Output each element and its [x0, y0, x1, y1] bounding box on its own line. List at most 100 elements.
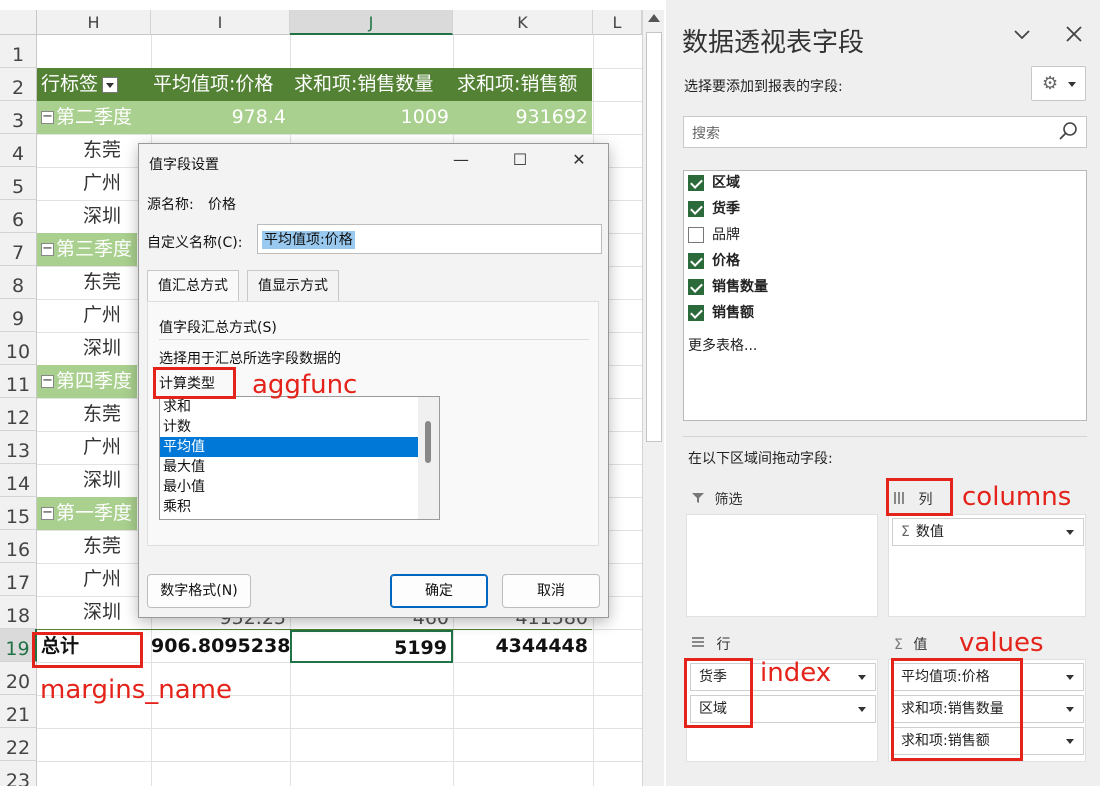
city-label: 深圳	[83, 205, 122, 227]
field-label: 品牌	[712, 227, 740, 243]
checkbox-checked[interactable]	[688, 305, 704, 321]
column-header-h[interactable]: H	[37, 10, 151, 35]
row-header-5[interactable]: 5	[0, 167, 37, 200]
column-header-i[interactable]: I	[151, 10, 290, 35]
checkbox-checked[interactable]	[688, 253, 704, 269]
row-header-1[interactable]: 1	[0, 35, 37, 68]
collapse-icon[interactable]: −	[41, 374, 54, 388]
rows-icon	[692, 637, 708, 653]
quarter-label: 第三季度	[56, 238, 133, 260]
sum-sales-header: 求和项:销售额	[457, 73, 578, 95]
cancel-button[interactable]: 取消	[502, 574, 600, 608]
row-header-22[interactable]: 22	[0, 728, 37, 761]
custom-name-input[interactable]: 平均值项:价格	[257, 224, 602, 254]
column-header-l[interactable]: L	[593, 10, 642, 35]
list-item[interactable]: 乘积	[160, 497, 418, 517]
row-header-2[interactable]: 2	[0, 68, 37, 101]
row-header-13[interactable]: 13	[0, 431, 37, 464]
list-item[interactable]: 最小值	[160, 477, 418, 497]
select-all-corner[interactable]	[0, 10, 37, 35]
listbox-scroll-thumb[interactable]	[425, 421, 431, 463]
checkbox-unchecked[interactable]	[688, 227, 704, 243]
search-input[interactable]: 搜索	[683, 116, 1087, 148]
quarter-row-q2[interactable]: − 第二季度 978.4 1009 931692	[37, 101, 592, 134]
row-header-17[interactable]: 17	[0, 563, 37, 596]
row-header-6[interactable]: 6	[0, 200, 37, 233]
more-tables-link[interactable]: 更多表格...	[688, 335, 757, 355]
margins-name-annotation: margins_name	[40, 675, 232, 705]
column-header-j[interactable]: J	[290, 10, 453, 35]
summarize-section-title: 值字段汇总方式(S)	[159, 320, 277, 336]
list-item-selected[interactable]: 平均值	[160, 437, 418, 457]
avg-price-cell: 978.4	[231, 106, 286, 128]
gear-icon[interactable]: ⚙	[1031, 66, 1086, 101]
chevron-down-icon[interactable]	[1012, 24, 1032, 50]
row-header-3[interactable]: 3	[0, 101, 37, 134]
listbox-scrollbar[interactable]	[418, 397, 439, 519]
row-header-16[interactable]: 16	[0, 530, 37, 563]
list-item[interactable]: 最大值	[160, 457, 418, 477]
values-annotation: values	[959, 628, 1044, 658]
row-header-9[interactable]: 9	[0, 299, 37, 332]
list-item[interactable]: 计数	[160, 417, 418, 437]
add-fields-prompt: 选择要添加到报表的字段:	[684, 79, 843, 95]
checkbox-checked[interactable]	[688, 201, 704, 217]
row-header-12[interactable]: 12	[0, 398, 37, 431]
columns-chip-values[interactable]: Σ 数值	[892, 518, 1084, 546]
field-label: 货季	[712, 201, 740, 217]
scroll-thumb[interactable]	[646, 32, 662, 442]
filter-dropdown-icon[interactable]	[102, 76, 119, 93]
pane-title: 数据透视表字段	[682, 28, 865, 58]
field-label: 价格	[712, 253, 740, 269]
custom-name-value: 平均值项:价格	[262, 231, 355, 249]
row-header-11[interactable]: 11	[0, 365, 37, 398]
scroll-up-icon[interactable]	[648, 14, 660, 22]
row-header-7[interactable]: 7	[0, 233, 37, 266]
row-header-14[interactable]: 14	[0, 464, 37, 497]
column-header-k[interactable]: K	[453, 10, 593, 35]
aggfunc-annotation: aggfunc	[252, 370, 358, 400]
minimize-icon[interactable]: —	[446, 150, 476, 174]
quarter-row-q1[interactable]: − 第一季度	[37, 497, 137, 530]
row-header-8[interactable]: 8	[0, 266, 37, 299]
aggfunc-highlight-box	[153, 367, 236, 399]
grand-total-qty[interactable]: 5199	[290, 630, 453, 663]
filter-area-label: 筛选	[714, 492, 743, 508]
collapse-icon[interactable]: −	[41, 506, 54, 520]
row-header-21[interactable]: 21	[0, 695, 37, 728]
city-label: 深圳	[83, 337, 122, 359]
rows-area-header: 行	[692, 634, 730, 654]
pivot-header-row: 行标签 平均值项:价格 求和项:销售数量 求和项:销售额	[37, 68, 592, 101]
grand-total-sales: 4344448	[495, 635, 588, 657]
vertical-scrollbar[interactable]	[642, 10, 664, 786]
checkbox-checked[interactable]	[688, 175, 704, 191]
row-header-10[interactable]: 10	[0, 332, 37, 365]
city-label: 广州	[83, 172, 122, 194]
sales-cell: 931692	[515, 106, 588, 128]
search-icon[interactable]	[1058, 121, 1078, 143]
city-label: 广州	[83, 436, 122, 458]
quarter-row-q4[interactable]: − 第四季度	[37, 365, 137, 398]
columns-drop-area[interactable]: Σ 数值	[888, 514, 1086, 617]
collapse-icon[interactable]: −	[41, 110, 54, 124]
filter-drop-area[interactable]	[686, 514, 878, 617]
close-icon[interactable]	[1064, 24, 1084, 50]
tab-summarize-by[interactable]: 值汇总方式	[147, 270, 239, 303]
close-icon[interactable]: ✕	[564, 150, 594, 174]
number-format-button[interactable]: 数字格式(N)	[147, 574, 251, 608]
index-highlight-box	[684, 658, 753, 728]
checkbox-checked[interactable]	[688, 279, 704, 295]
calc-type-listbox[interactable]: 求和 计数 平均值 最大值 最小值 乘积	[159, 396, 440, 520]
row-header-4[interactable]: 4	[0, 134, 37, 167]
quarter-row-q3[interactable]: − 第三季度	[37, 233, 137, 266]
qty-cell: 1009	[400, 106, 449, 128]
list-item[interactable]: 求和	[160, 397, 418, 417]
city-label: 东莞	[83, 139, 122, 161]
row-header-18[interactable]: 18	[0, 596, 37, 629]
collapse-icon[interactable]: −	[41, 242, 54, 256]
row-header-15[interactable]: 15	[0, 497, 37, 530]
ok-button[interactable]: 确定	[390, 574, 488, 608]
tab-show-as[interactable]: 值显示方式	[247, 270, 339, 302]
maximize-icon[interactable]: ☐	[505, 150, 535, 174]
row-header-23[interactable]: 23	[0, 761, 37, 786]
